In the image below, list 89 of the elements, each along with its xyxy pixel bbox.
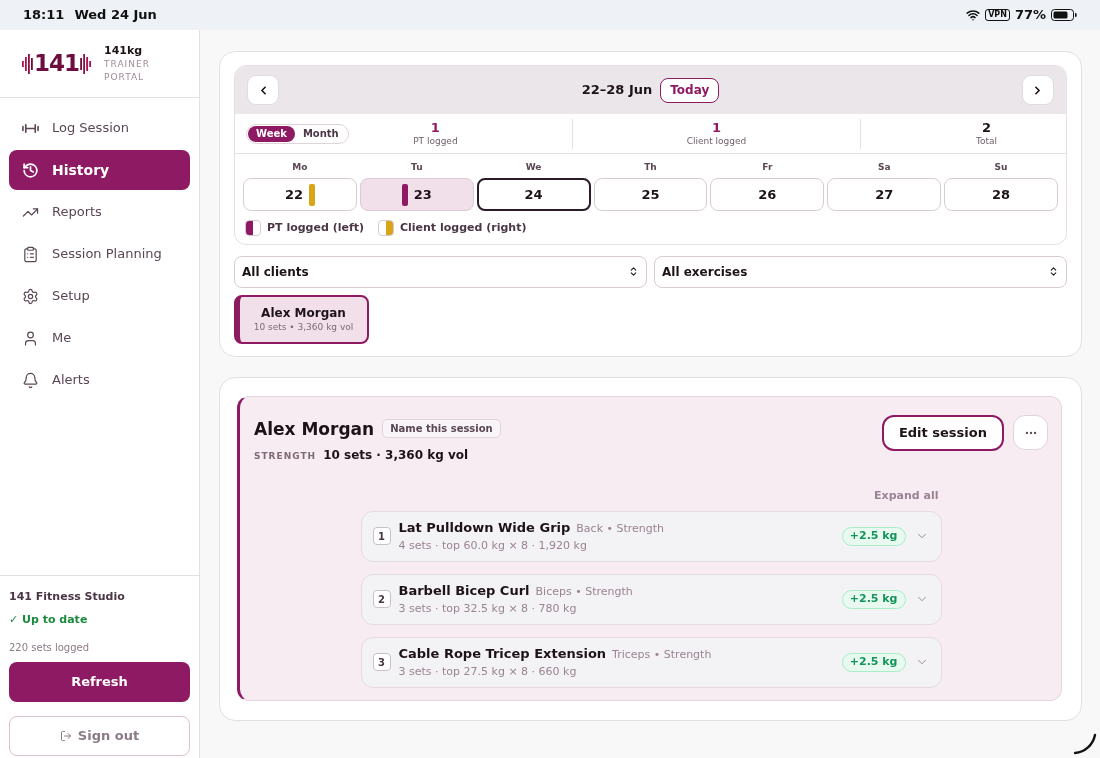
- refresh-button[interactable]: Refresh: [9, 662, 190, 702]
- exercise-detail: 3 sets · top 27.5 kg × 8 · 660 kg: [398, 663, 577, 679]
- exercise-row[interactable]: 2 Barbell Bicep Curl Biceps • Strength 3 sets · top 32.5 kg × 8 · 780 kg +2.5 kg: [360, 573, 942, 625]
- exercise-row[interactable]: 3 Cable Rope Tricep Extension Triceps • Strength 3 sets · top 27.5 kg × 8 · 660 kg +2.5 kg: [360, 636, 942, 688]
- status-date: Wed 24 Jun: [74, 6, 157, 25]
- exercise-name: Lat Pulldown Wide Grip: [398, 519, 571, 537]
- weekday-label: Th: [644, 161, 657, 173]
- client-name: Alex Morgan: [261, 304, 346, 321]
- nav-item[interactable]: Setup: [9, 276, 190, 316]
- arc-icon: [1073, 733, 1097, 755]
- sync-status: ✓ Up to date: [9, 612, 89, 628]
- stat-value: 1: [430, 120, 440, 135]
- more-options-button[interactable]: [1013, 415, 1048, 450]
- weight-change-pill: +2.5 kg: [841, 652, 906, 672]
- session-summary: 10 sets · 3,360 kg vol: [323, 446, 469, 464]
- weight-change-pill: +2.5 kg: [841, 589, 906, 609]
- stat-label: Client logged: [686, 135, 747, 147]
- week-range: 22–28 Jun: [581, 81, 653, 100]
- weekday-label: Mo: [292, 161, 308, 173]
- client-summary: 10 sets • 3,360 kg vol: [253, 320, 354, 334]
- day-button[interactable]: 28: [944, 178, 1058, 211]
- exercise-tags: Biceps • Strength: [535, 584, 633, 601]
- weekday-label: Sa: [877, 161, 891, 173]
- day-button[interactable]: 23: [359, 178, 474, 211]
- wifi-icon: [966, 8, 981, 22]
- exercise-number: 1: [372, 527, 391, 545]
- select-arrows-icon: [1048, 266, 1059, 277]
- vpn-indicator: VPN: [985, 9, 1010, 21]
- view-toggle-tab[interactable]: Month: [294, 125, 347, 142]
- history-icon: [22, 161, 39, 179]
- view-toggle-tab[interactable]: Week: [248, 125, 295, 142]
- day-button[interactable]: 24: [476, 178, 591, 211]
- day-button[interactable]: 25: [593, 178, 708, 211]
- legend-label: PT logged (left): [267, 220, 364, 236]
- name-session-button[interactable]: Name this session: [382, 419, 501, 438]
- nav-item[interactable]: Reports: [9, 192, 190, 232]
- session-client-name: Alex Morgan: [254, 418, 375, 439]
- bell-icon: [22, 371, 39, 389]
- client-chip[interactable]: Alex Morgan 10 sets • 3,360 kg vol: [234, 294, 369, 344]
- exercise-tags: Triceps • Strength: [612, 647, 712, 664]
- sets-logged-count: 220 sets logged: [9, 641, 91, 655]
- status-time: 18:11: [23, 6, 65, 25]
- today-button[interactable]: Today: [660, 77, 720, 103]
- brand-subtitle: TRAINER PORTAL: [104, 57, 151, 84]
- day-button[interactable]: 26: [710, 178, 825, 211]
- nav-item[interactable]: Me: [9, 318, 190, 358]
- select-arrows-icon: [628, 266, 639, 277]
- logo-bars-icon: [80, 52, 91, 75]
- legend-label: Client logged (right): [399, 220, 527, 236]
- exercise-name: Barbell Bicep Curl: [398, 582, 530, 600]
- weekday-label: Fr: [762, 161, 773, 173]
- exercise-detail: 3 sets · top 32.5 kg × 8 · 780 kg: [398, 600, 577, 616]
- next-week-button[interactable]: [1023, 76, 1053, 104]
- sign-out-icon: [59, 730, 72, 742]
- logo-text: 141: [34, 52, 79, 75]
- nav-item[interactable]: Session Planning: [9, 234, 190, 274]
- sign-out-button[interactable]: Sign out: [9, 716, 190, 756]
- weekday-label: We: [525, 161, 542, 173]
- nav-item[interactable]: Alerts: [9, 360, 190, 400]
- settings-icon: [22, 287, 39, 305]
- weekday-label: Su: [994, 161, 1008, 173]
- studio-name: 141 Fitness Studio: [9, 589, 126, 605]
- battery-percentage: 77%: [1014, 6, 1046, 25]
- filter-select[interactable]: All clients: [234, 255, 647, 288]
- brand-name: 141kg: [104, 43, 144, 58]
- exercise-number: 3: [372, 653, 391, 671]
- edit-session-button[interactable]: Edit session: [881, 414, 1004, 451]
- day-button[interactable]: 27: [827, 178, 942, 211]
- day-button[interactable]: 22: [243, 178, 357, 211]
- weight-change-pill: +2.5 kg: [841, 526, 906, 546]
- logo-bars-icon: [22, 52, 33, 75]
- exercise-row[interactable]: 1 Lat Pulldown Wide Grip Back • Strength 4 sets · top 60.0 kg × 8 · 1,920 kg +2.5 kg: [360, 510, 942, 562]
- nav-item[interactable]: Log Session: [9, 108, 190, 148]
- exercise-name: Cable Rope Tricep Extension: [398, 645, 607, 663]
- clipboard-list-icon: [22, 245, 39, 263]
- exercise-tags: Back • Strength: [576, 521, 665, 538]
- previous-week-button[interactable]: [248, 76, 278, 104]
- user-icon: [22, 329, 39, 347]
- weekday-label: Tu: [411, 161, 423, 173]
- exercise-number: 2: [372, 590, 391, 608]
- battery-icon: [1051, 9, 1077, 21]
- exercise-detail: 4 sets · top 60.0 kg × 8 · 1,920 kg: [398, 537, 587, 553]
- filter-select[interactable]: All exercises: [654, 255, 1067, 288]
- stat-value: 2: [981, 120, 991, 135]
- stat-label: Total: [976, 135, 997, 147]
- nav-item[interactable]: History: [9, 150, 190, 190]
- stat-value: 1: [711, 120, 721, 135]
- session-type: STRENGTH: [254, 449, 317, 463]
- stat-label: PT logged: [413, 135, 458, 147]
